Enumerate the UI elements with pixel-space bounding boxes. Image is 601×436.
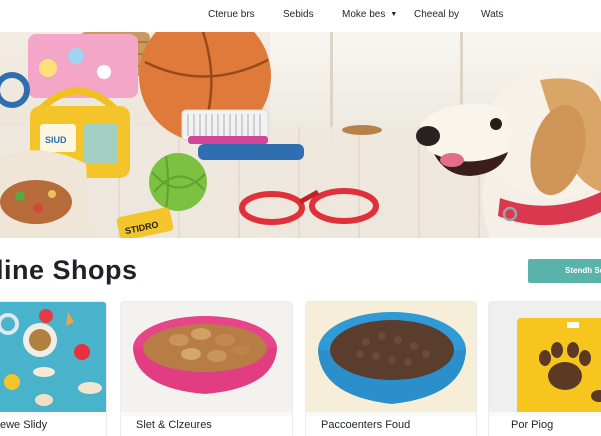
top-navigation: Cterue brs Sebids Moke bes ▼ Cheeal by Wa… xyxy=(0,0,601,32)
ring-toy-icon xyxy=(0,72,30,108)
kibble-bowl-illustration xyxy=(306,302,476,412)
yarn-ball-icon xyxy=(149,153,207,211)
cta-button[interactable]: Stendh Se xyxy=(528,259,601,283)
nav-item-2[interactable]: Sebids xyxy=(283,9,314,20)
product-card[interactable]: ewe Slidy xyxy=(0,302,106,436)
product-card-name: ewe Slidy xyxy=(0,416,106,436)
yellow-paw-bag-icon xyxy=(489,302,601,412)
product-card-name: Por Piog xyxy=(489,416,601,436)
paw-bag-illustration xyxy=(489,302,601,412)
brush-icon xyxy=(181,109,269,144)
chew-treat-icon xyxy=(342,125,382,135)
chevron-down-icon: ▼ xyxy=(390,11,398,18)
hero-illustration: SIUD STIDRO xyxy=(0,32,601,238)
toy-tag-icon: STIDRO xyxy=(116,207,174,238)
hero-basket-text: SIUD xyxy=(45,135,67,145)
product-card-name: Paccoenters Foud xyxy=(306,416,476,436)
product-card[interactable]: Por Piog xyxy=(489,302,601,436)
product-card[interactable]: Slet & Clzeures xyxy=(121,302,292,436)
hero-banner: SIUD STIDRO xyxy=(0,32,601,238)
tube-icon xyxy=(198,144,304,160)
page: Cterue brs Sebids Moke bes ▼ Cheeal by Wa… xyxy=(0,0,601,436)
section-title: line Shops xyxy=(0,255,138,285)
blue-kibble-bowl-icon xyxy=(306,302,476,412)
toys-on-blue-icon xyxy=(0,302,106,412)
nav-item-3-label: Moke bes xyxy=(342,9,386,20)
treat-bag-icon xyxy=(0,150,90,238)
nav-item-1[interactable]: Cterue brs xyxy=(208,9,255,20)
treat-bowl-illustration xyxy=(133,316,277,394)
pink-treat-bowl-icon xyxy=(121,302,292,412)
nav-item-4[interactable]: Cheeal by xyxy=(414,9,459,20)
dog-icon xyxy=(416,66,601,238)
nav-item-5[interactable]: Wats xyxy=(481,9,503,20)
nav-item-3[interactable]: Moke bes ▼ xyxy=(342,9,397,20)
scissors-icon xyxy=(239,188,379,225)
toys-illustration xyxy=(0,302,106,412)
product-card[interactable]: Paccoenters Foud xyxy=(306,302,476,436)
product-card-name: Slet & Clzeures xyxy=(121,416,292,436)
